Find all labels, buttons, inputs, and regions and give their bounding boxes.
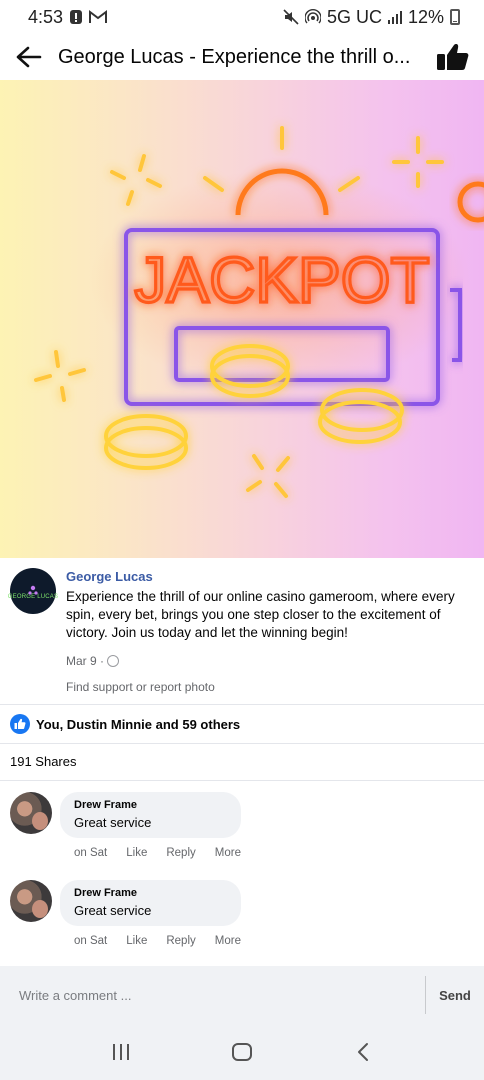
battery-icon (450, 9, 460, 25)
system-back-button[interactable] (343, 1032, 383, 1072)
post-caption: Experience the thrill of our online casi… (66, 589, 455, 640)
comment-like-button[interactable]: Like (126, 935, 147, 947)
hotspot-icon (304, 9, 321, 25)
comment-actions: on Sat Like Reply More (60, 847, 241, 859)
comment-time: on Sat (74, 847, 108, 859)
logo-dots-icon (27, 582, 39, 595)
home-button[interactable] (222, 1032, 262, 1072)
page-avatar[interactable]: GEORGE LUCAS (8, 568, 58, 614)
commenter-name[interactable]: Drew Frame (74, 799, 227, 811)
post-photo[interactable]: JACKPOT (0, 80, 484, 558)
commenter-name[interactable]: Drew Frame (74, 887, 227, 899)
divider (0, 743, 484, 744)
commenter-avatar[interactable] (10, 880, 52, 922)
comment-time: on Sat (74, 935, 108, 947)
jackpot-sign-text: JACKPOT (134, 244, 429, 316)
chevron-left-icon (358, 1043, 369, 1061)
comment-input[interactable] (0, 966, 425, 1024)
mute-icon (283, 9, 299, 25)
comment-block: Drew Frame Great service on Sat Like Rep… (60, 880, 241, 947)
shares-count[interactable]: 191 Shares (10, 754, 77, 769)
system-nav-bar (0, 1024, 484, 1080)
comment-text: Great service (74, 903, 152, 918)
back-button[interactable] (14, 42, 44, 72)
comment-like-button[interactable]: Like (126, 847, 147, 859)
arrow-left-icon (16, 46, 42, 68)
like-reaction-icon (10, 714, 30, 734)
comment-block: Drew Frame Great service on Sat Like Rep… (60, 792, 241, 859)
post-author[interactable]: George Lucas (66, 569, 153, 584)
battery-percent: 12% (407, 6, 444, 27)
status-left: 4:53 (28, 6, 108, 28)
post-body: GEORGE LUCAS George Lucas Experience the… (0, 560, 484, 696)
alert-icon (69, 9, 83, 25)
reactions-summary[interactable]: You, Dustin Minnie and 59 others (0, 705, 484, 743)
comment-more-button[interactable]: More (215, 935, 241, 947)
status-bar: 4:53 5G UC 12% (0, 0, 484, 34)
comment-more-button[interactable]: More (215, 847, 241, 859)
status-time: 4:53 (28, 6, 64, 27)
recents-button[interactable] (101, 1032, 141, 1072)
network-type: 5G UC (326, 6, 382, 27)
comment-bubble[interactable]: Drew Frame Great service (60, 880, 241, 926)
header-like-button[interactable] (434, 38, 472, 76)
post-content: George Lucas Experience the thrill of ou… (66, 568, 474, 696)
comment-text: Great service (74, 815, 152, 830)
comment-item: Drew Frame Great service on Sat Like Rep… (10, 880, 470, 947)
comment-actions: on Sat Like Reply More (60, 935, 241, 947)
post-date: Mar 9 · (66, 654, 105, 668)
status-right: 5G UC 12% (283, 7, 460, 28)
home-icon (231, 1043, 252, 1061)
page-title: George Lucas - Experience the thrill o..… (58, 45, 411, 68)
comment-item: Drew Frame Great service on Sat Like Rep… (10, 792, 470, 859)
signal-icon (387, 10, 402, 24)
comment-reply-button[interactable]: Reply (166, 935, 195, 947)
divider (0, 780, 484, 781)
send-button[interactable]: Send (426, 988, 484, 1003)
recents-icon (112, 1044, 129, 1060)
support-report-link[interactable]: Find support or report photo (66, 680, 215, 694)
reactions-text: You, Dustin Minnie and 59 others (36, 716, 241, 732)
comment-reply-button[interactable]: Reply (166, 847, 195, 859)
comment-composer: Send (0, 966, 484, 1024)
gmail-icon (89, 10, 108, 24)
app-header: George Lucas - Experience the thrill o..… (0, 34, 484, 80)
thumbs-up-icon (437, 44, 469, 70)
commenter-avatar[interactable] (10, 792, 52, 834)
globe-icon (107, 655, 120, 667)
comment-bubble[interactable]: Drew Frame Great service (60, 792, 241, 838)
jackpot-neon-illustration: JACKPOT (34, 126, 484, 498)
post-meta: Mar 9 · (66, 654, 474, 668)
